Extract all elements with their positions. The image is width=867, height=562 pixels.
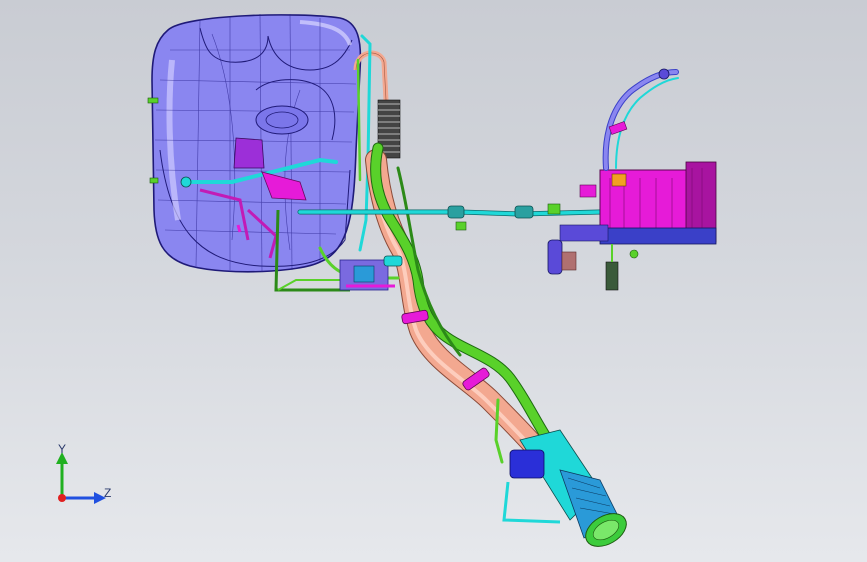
canister-fittings[interactable] (547, 239, 639, 291)
triad-z-label: Z (104, 486, 112, 500)
filler-neck-pipe[interactable] (365, 149, 549, 461)
graphics-viewport[interactable]: Y Z (0, 0, 867, 562)
x-axis-dot (58, 494, 66, 502)
evap-canister[interactable] (559, 161, 717, 245)
canister-vent-line[interactable] (602, 68, 679, 171)
triad-y-label: Y (58, 442, 67, 456)
reference-triad (56, 452, 106, 504)
vent-bellows[interactable] (353, 50, 401, 159)
fuel-system-assembly-model[interactable] (0, 0, 867, 562)
